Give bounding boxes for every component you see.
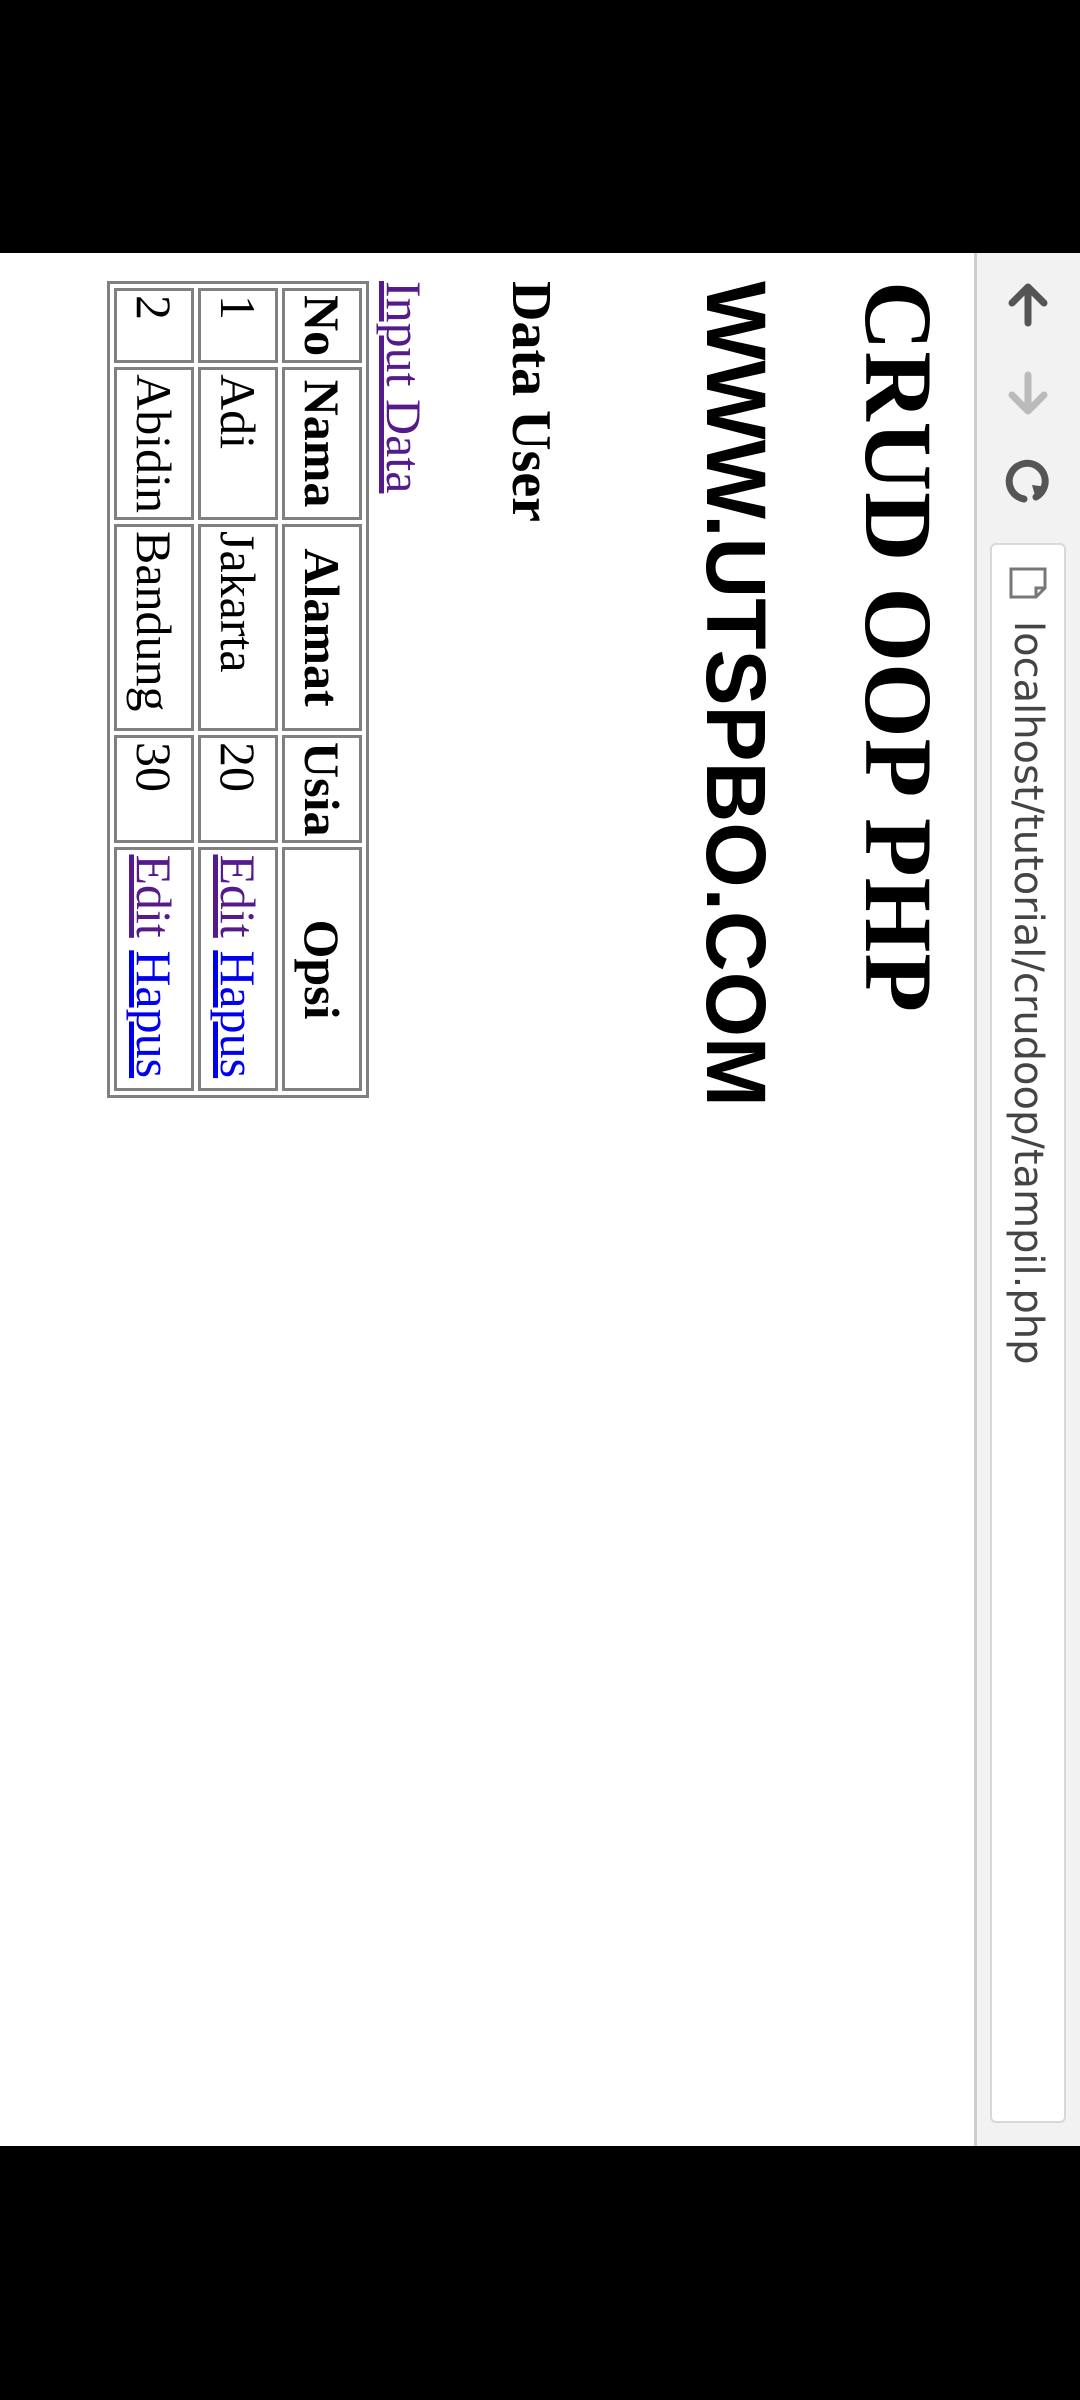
- page-icon: [1006, 563, 1050, 603]
- header-no: No: [282, 288, 362, 364]
- hapus-link[interactable]: Hapus: [126, 950, 182, 1078]
- table-header-row: No Nama Alamat Usia Opsi: [282, 288, 362, 1092]
- hapus-link[interactable]: Hapus: [210, 950, 266, 1078]
- section-title: Data User: [500, 281, 562, 523]
- header-opsi: Opsi: [282, 847, 362, 1092]
- cell-alamat: Jakarta: [198, 524, 278, 732]
- browser-window: localhost/tutorial/crudoop/tampil.php CR…: [0, 253, 1080, 2146]
- user-table: No Nama Alamat Usia Opsi 1 Adi Jakarta 2…: [107, 281, 369, 1099]
- cell-opsi: Edit Hapus: [114, 847, 194, 1092]
- edit-link[interactable]: Edit: [210, 854, 266, 937]
- cell-usia: 30: [114, 735, 194, 844]
- back-button[interactable]: [996, 273, 1060, 337]
- cell-nama: Abidin: [114, 367, 194, 521]
- phone-screen: localhost/tutorial/crudoop/tampil.php CR…: [0, 0, 1080, 2400]
- page-content: CRUD OOP PHP WWW.UTSPBO.COM Data User In…: [14, 281, 974, 2121]
- cell-no: 2: [114, 288, 194, 364]
- url-text[interactable]: localhost/tutorial/crudoop/tampil.php: [1005, 621, 1051, 1365]
- reload-button[interactable]: [996, 449, 1060, 513]
- cell-nama: Adi: [198, 367, 278, 521]
- reload-icon: [1005, 459, 1049, 503]
- cell-usia: 20: [198, 735, 278, 844]
- browser-viewport: localhost/tutorial/crudoop/tampil.php CR…: [0, 253, 1080, 2146]
- cell-opsi: Edit Hapus: [198, 847, 278, 1092]
- cell-no: 1: [198, 288, 278, 364]
- header-usia: Usia: [282, 735, 362, 844]
- header-nama: Nama: [282, 367, 362, 521]
- back-arrow-icon: [1008, 283, 1048, 327]
- table-row: 1 Adi Jakarta 20 Edit Hapus: [198, 288, 278, 1092]
- forward-button[interactable]: [996, 361, 1060, 425]
- header-alamat: Alamat: [282, 524, 362, 732]
- page-title: CRUD OOP PHP: [845, 281, 952, 1013]
- address-bar[interactable]: localhost/tutorial/crudoop/tampil.php: [990, 543, 1066, 2123]
- browser-toolbar: localhost/tutorial/crudoop/tampil.php: [974, 253, 1080, 2146]
- input-data-link[interactable]: Input Data: [376, 281, 432, 493]
- edit-link[interactable]: Edit: [126, 854, 182, 937]
- site-name: WWW.UTSPBO.COM: [689, 281, 783, 1107]
- cell-alamat: Bandung: [114, 524, 194, 732]
- table-row: 2 Abidin Bandung 30 Edit Hapus: [114, 288, 194, 1092]
- forward-arrow-icon: [1008, 371, 1048, 415]
